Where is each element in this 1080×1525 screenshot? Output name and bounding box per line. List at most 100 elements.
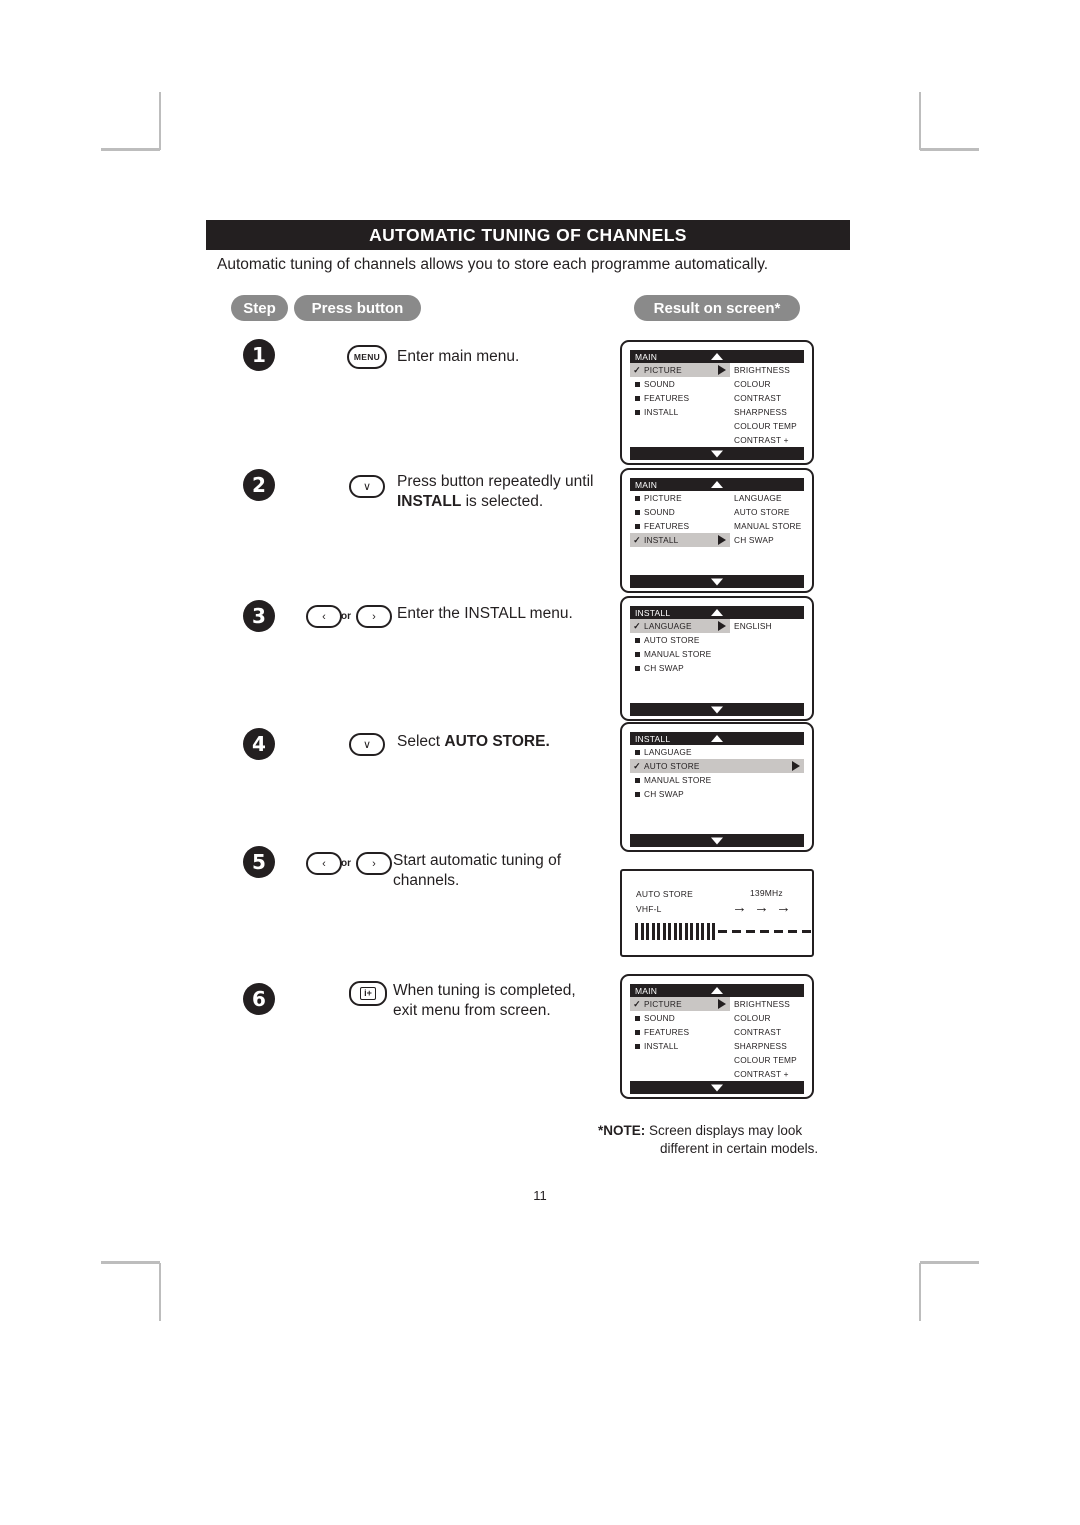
menu-row-auto-store-3[interactable]: AUTO STORE: [630, 633, 730, 647]
menu-row-features-6[interactable]: FEATURES: [630, 1025, 730, 1039]
menu-row-manual-store-3[interactable]: MANUAL STORE: [630, 647, 730, 661]
menu-row-label: SOUND: [644, 507, 675, 517]
submenu-item: CH SWAP: [734, 535, 774, 545]
menu-row-label: MANUAL STORE: [644, 649, 712, 659]
scroll-down-arrow-icon-6[interactable]: [711, 1084, 723, 1091]
footnote-label: *NOTE:: [598, 1123, 646, 1138]
tuning-progress-bar: [635, 923, 812, 940]
scroll-up-arrow-icon-2[interactable]: [711, 481, 723, 488]
progress-dash: [801, 930, 811, 933]
menu-row-picture-6[interactable]: ✓ PICTURE: [630, 997, 730, 1011]
step-instruction-2: Press button repeatedly until INSTALL is…: [397, 472, 612, 512]
menu-row-language-3[interactable]: ✓ LANGUAGE: [630, 619, 730, 633]
menu-row-picture-2[interactable]: PICTURE: [630, 491, 730, 505]
right-arrow-button-icon-step3[interactable]: ›: [356, 605, 392, 628]
page-title: AUTOMATIC TUNING OF CHANNELS: [206, 220, 850, 250]
bullet-icon: [630, 508, 644, 517]
menu-row-manual-store-4[interactable]: MANUAL STORE: [630, 773, 804, 787]
bullet-icon: [630, 1042, 644, 1051]
check-icon-1: ✓: [633, 364, 641, 375]
info-plus-label: i+: [360, 987, 376, 1000]
submenu-item: BRIGHTNESS: [734, 999, 790, 1009]
menu-row-auto-store-4[interactable]: ✓ AUTO STORE: [630, 759, 804, 773]
menu-row-label: FEATURES: [644, 393, 690, 403]
scroll-down-arrow-icon-4[interactable]: [711, 837, 723, 844]
osd-menu-body-2: PICTURE SOUND FEATURES ✓ INSTALL LANGUAG…: [630, 491, 804, 575]
scroll-down-arrow-icon-1[interactable]: [711, 450, 723, 457]
osd-title-bar-3: INSTALL: [630, 606, 804, 619]
crop-mark-bottom-left-horizontal: [101, 1261, 160, 1264]
progress-tick: [684, 923, 688, 940]
menu-row-label: AUTO STORE: [644, 761, 700, 771]
scroll-down-arrow-icon-2[interactable]: [711, 578, 723, 585]
menu-row-install-2[interactable]: ✓ INSTALL: [630, 533, 730, 547]
submenu-item: COLOUR: [734, 379, 771, 389]
osd-bottom-bar-2: [630, 575, 804, 588]
check-icon-4: ✓: [633, 760, 641, 771]
osd-submenu-2: LANGUAGE AUTO STORE MANUAL STORE CH SWAP: [734, 491, 801, 547]
scan-arrow-2: →: [754, 899, 769, 916]
osd-submenu-1: BRIGHTNESS COLOUR CONTRAST SHARPNESS COL…: [734, 363, 797, 447]
menu-row-label: PICTURE: [644, 365, 682, 375]
menu-row-ch-swap-3[interactable]: CH SWAP: [630, 661, 730, 675]
intro-text: Automatic tuning of channels allows you …: [217, 256, 769, 273]
right-arrow-icon-4: [792, 761, 800, 771]
step-instruction-3: Enter the INSTALL menu.: [397, 604, 612, 624]
scroll-down-arrow-icon-3[interactable]: [711, 706, 723, 713]
scroll-up-arrow-icon-6[interactable]: [711, 987, 723, 994]
menu-row-install-1[interactable]: INSTALL: [630, 405, 730, 419]
osd-bottom-bar-1: [630, 447, 804, 460]
step-instruction-2-bold: INSTALL: [397, 493, 462, 511]
osd-submenu-3: ENGLISH: [734, 619, 772, 633]
page-number: 11: [533, 1188, 547, 1203]
tv-screen-6: MAIN ✓ PICTURE SOUND FEATURES INSTALL BR…: [620, 974, 814, 1099]
step-instruction-5-text: Start automatic tuning of channels.: [393, 852, 562, 890]
submenu-item: SHARPNESS: [734, 1041, 787, 1051]
osd-title-bar-1: MAIN: [630, 350, 804, 363]
left-arrow-button-icon-step3[interactable]: ‹: [306, 605, 342, 628]
menu-row-language-4[interactable]: LANGUAGE: [630, 745, 804, 759]
info-plus-button-icon[interactable]: i+: [349, 981, 387, 1006]
menu-row-label: MANUAL STORE: [644, 775, 712, 785]
crop-mark-top-right-horizontal: [920, 148, 979, 151]
menu-row-install-6[interactable]: INSTALL: [630, 1039, 730, 1053]
menu-row-sound-6[interactable]: SOUND: [630, 1011, 730, 1025]
scroll-up-arrow-icon-4[interactable]: [711, 735, 723, 742]
menu-button-icon[interactable]: MENU: [347, 345, 387, 369]
scroll-up-arrow-icon-3[interactable]: [711, 609, 723, 616]
right-arrow-button-icon-step5[interactable]: ›: [356, 852, 392, 875]
progress-tick: [651, 923, 655, 940]
progress-tick: [657, 923, 660, 940]
osd-bottom-bar-6: [630, 1081, 804, 1094]
menu-row-picture-1[interactable]: ✓ PICTURE: [630, 363, 730, 377]
submenu-item: CONTRAST +: [734, 1069, 789, 1079]
chevron-down-button-icon-step2[interactable]: ∨: [349, 475, 385, 498]
scroll-up-arrow-icon-1[interactable]: [711, 353, 723, 360]
menu-row-features-2[interactable]: FEATURES: [630, 519, 730, 533]
menu-row-label: PICTURE: [644, 999, 682, 1009]
step-number-4: 4: [243, 728, 275, 760]
menu-row-label: PICTURE: [644, 493, 682, 503]
menu-row-features-1[interactable]: FEATURES: [630, 391, 730, 405]
chevron-down-button-icon-step4[interactable]: ∨: [349, 733, 385, 756]
tv-screen-5-tuning: AUTO STORE 139MHz VHF-L → → →: [620, 869, 814, 957]
or-label-step5: or: [341, 858, 351, 869]
step-number-5: 5: [243, 846, 275, 878]
submenu-item: BRIGHTNESS: [734, 365, 790, 375]
osd-title-text-4: INSTALL: [635, 733, 671, 744]
osd-title-text-1: MAIN: [635, 351, 658, 362]
check-icon-6: ✓: [633, 998, 641, 1009]
osd-submenu-6: BRIGHTNESS COLOUR CONTRAST SHARPNESS COL…: [734, 997, 797, 1081]
scan-arrow-1: →: [732, 899, 747, 916]
menu-row-ch-swap-4[interactable]: CH SWAP: [630, 787, 804, 801]
step-instruction-1: Enter main menu.: [397, 347, 607, 367]
progress-tick: [640, 923, 644, 940]
menu-row-label: CH SWAP: [644, 789, 684, 799]
menu-row-sound-2[interactable]: SOUND: [630, 505, 730, 519]
progress-dash: [773, 930, 783, 933]
progress-tick: [668, 923, 671, 940]
left-arrow-button-icon-step5[interactable]: ‹: [306, 852, 342, 875]
bullet-icon: [630, 494, 644, 503]
menu-row-sound-1[interactable]: SOUND: [630, 377, 730, 391]
menu-row-label: LANGUAGE: [644, 621, 692, 631]
